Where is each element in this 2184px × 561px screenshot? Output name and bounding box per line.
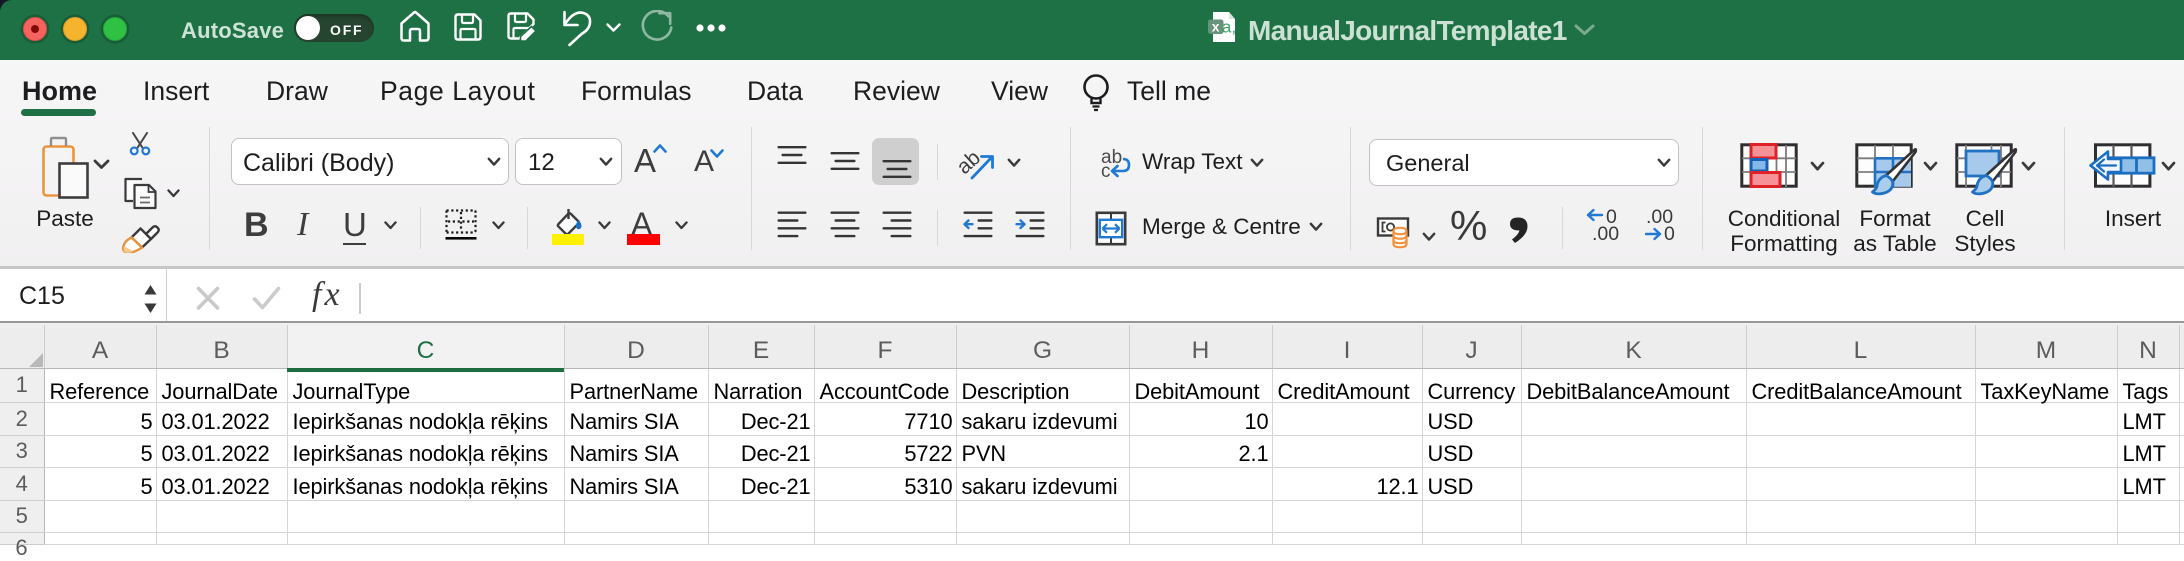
svg-text:c: c (1101, 161, 1111, 182)
svg-text:0: 0 (1664, 223, 1675, 242)
svg-text:.00: .00 (1592, 223, 1619, 242)
svg-text:a,: a, (1222, 18, 1236, 37)
svg-text:x: x (1212, 19, 1220, 35)
